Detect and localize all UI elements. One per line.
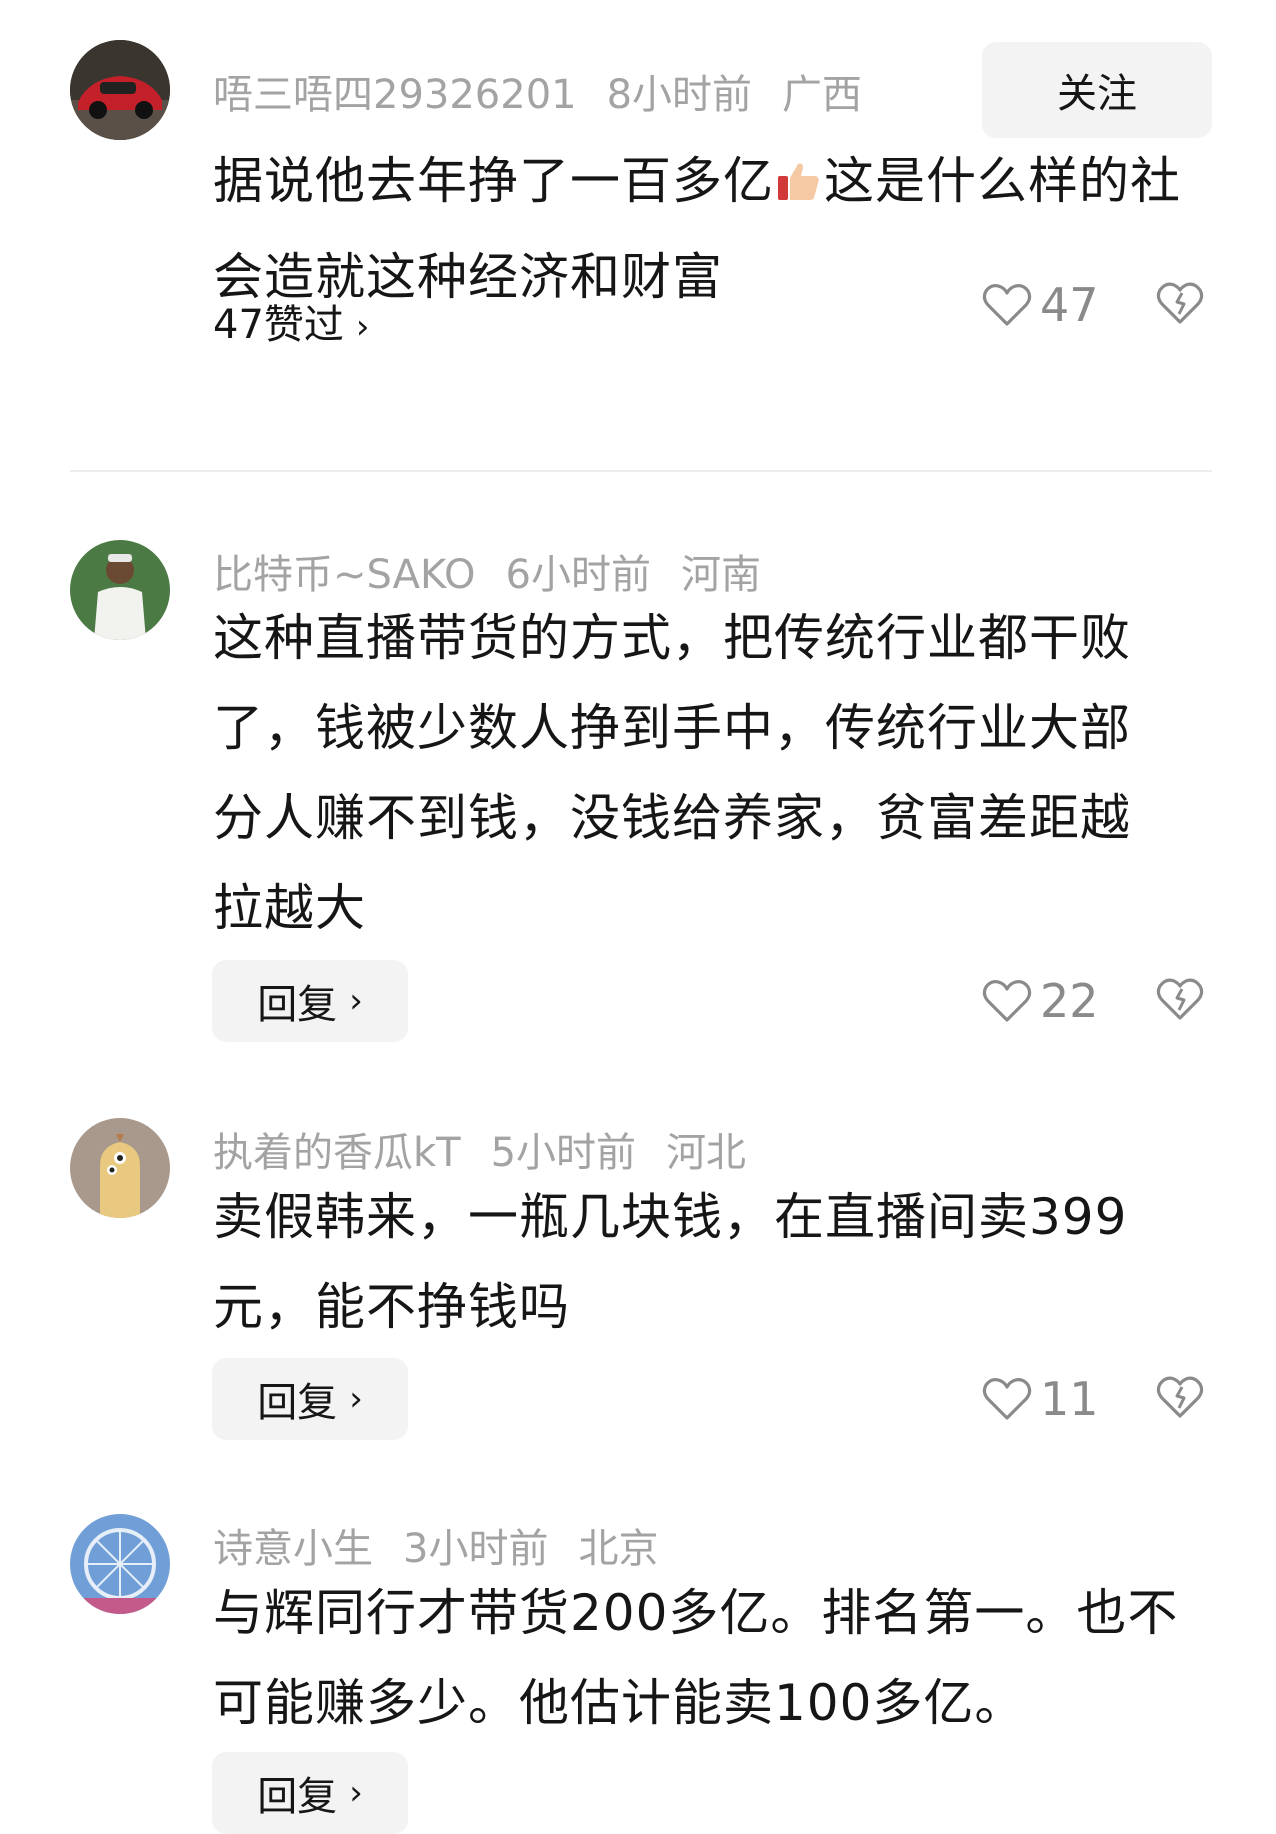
comment-meta: 诗意小生 3小时前 北京 [213, 1516, 688, 1574]
timestamp: 3小时前 [403, 1526, 549, 1572]
divider [70, 470, 1212, 472]
avatar-person-image [70, 540, 170, 640]
chevron-right-icon: › [349, 981, 363, 1021]
avatar[interactable] [70, 540, 170, 640]
likes-link[interactable]: 47赞过 › [213, 292, 370, 350]
comment-meta: 唔三唔四29326201 8小时前 广西 [213, 62, 892, 120]
like-count: 11 [1040, 1372, 1099, 1426]
reply-button[interactable]: 回复 › [212, 1358, 408, 1440]
location: 广西 [782, 72, 863, 118]
location: 河北 [666, 1130, 747, 1176]
comment-text: 与辉同行才带货200多亿。排名第一。也不可能赚多少。他估计能卖100多亿。 [213, 1584, 1179, 1732]
like-count: 47 [1040, 278, 1099, 332]
avatar-ferris-wheel-image [70, 1514, 170, 1614]
timestamp: 5小时前 [490, 1130, 637, 1176]
chevron-right-icon: › [349, 1773, 363, 1813]
like-button[interactable]: 22 [982, 974, 1099, 1028]
broken-heart-icon [1156, 978, 1204, 1020]
comment-meta: 执着的香瓜kT 5小时前 河北 [213, 1120, 776, 1178]
dislike-button[interactable] [1156, 976, 1204, 1026]
chevron-right-icon: › [355, 307, 370, 347]
like-count: 22 [1040, 974, 1099, 1028]
timestamp: 8小时前 [606, 72, 753, 118]
follow-button[interactable]: 关注 [982, 42, 1212, 138]
comment-text: 这种直播带货的方式，把传统行业都干败了，钱被少数人挣到手中，传统行业大部分人赚不… [213, 609, 1131, 937]
chevron-right-icon: › [349, 1379, 363, 1419]
reply-button[interactable]: 回复 › [212, 960, 408, 1042]
username[interactable]: 比特币~SAKO [213, 552, 476, 598]
broken-heart-icon [1156, 1376, 1204, 1418]
heart-outline-icon [982, 1378, 1032, 1420]
dislike-button[interactable] [1156, 1374, 1204, 1424]
avatar[interactable] [70, 1118, 170, 1218]
location: 北京 [578, 1526, 659, 1572]
username[interactable]: 诗意小生 [213, 1526, 373, 1572]
like-button[interactable]: 47 [982, 278, 1099, 332]
location: 河南 [681, 552, 761, 598]
avatar-car-image [70, 40, 170, 140]
timestamp: 6小时前 [505, 552, 651, 598]
dislike-button[interactable] [1156, 280, 1204, 330]
comment-text: 卖假韩来，一瓶几块钱，在直播间卖399元，能不挣钱吗 [213, 1188, 1128, 1336]
username[interactable]: 执着的香瓜kT [213, 1130, 461, 1176]
username[interactable]: 唔三唔四29326201 [213, 72, 577, 118]
avatar[interactable] [70, 1514, 170, 1614]
heart-outline-icon [982, 980, 1032, 1022]
thumbs-up-emoji-icon [776, 142, 822, 232]
avatar-cartoon-image [70, 1118, 170, 1218]
reply-button[interactable]: 回复 › [212, 1752, 408, 1834]
avatar[interactable] [70, 40, 170, 140]
heart-outline-icon [982, 284, 1032, 326]
comment-meta: 比特币~SAKO 6小时前 河南 [213, 542, 791, 600]
like-button[interactable]: 11 [982, 1372, 1099, 1426]
broken-heart-icon [1156, 282, 1204, 324]
